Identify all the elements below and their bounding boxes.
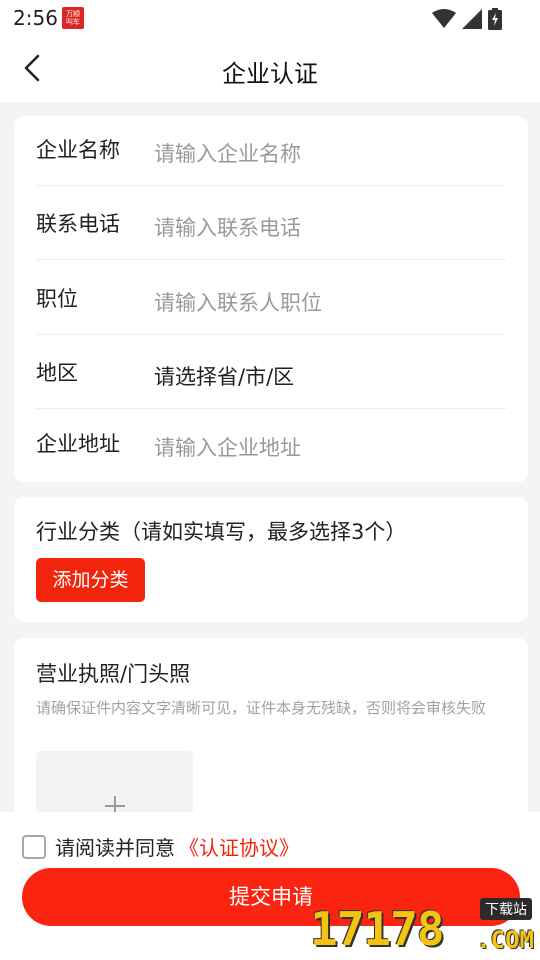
agreement-checkbox[interactable]: [22, 834, 46, 859]
status-icons: [432, 8, 502, 30]
address-label: 企业地址: [36, 432, 120, 456]
status-bar: 2:56 万顺 叫车: [0, 0, 540, 36]
form-row-company-name[interactable]: 企业名称 请输入企业名称: [36, 116, 506, 186]
company-info-card: 企业名称 请输入企业名称 联系电话 请输入联系电话 职位 请输入联系人职位 地区…: [14, 116, 528, 482]
industry-card: 行业分类（请如实填写，最多选择3个） 添加分类: [14, 497, 528, 622]
form-row-address[interactable]: 企业地址 请输入企业地址: [36, 410, 506, 480]
wifi-icon: [432, 9, 456, 28]
license-title: 营业执照/门头照: [36, 662, 191, 686]
app-badge-icon: 万顺 叫车: [62, 7, 84, 29]
agreement-row: 请阅读并同意 《认证协议》: [22, 832, 299, 861]
phone-label: 联系电话: [36, 212, 120, 236]
form-row-region[interactable]: 地区 请选择省/市/区: [36, 339, 506, 409]
agreement-text: 请阅读并同意: [55, 836, 175, 860]
address-input[interactable]: 请输入企业地址: [154, 432, 301, 462]
signal-icon: [462, 9, 482, 29]
position-input[interactable]: 请输入联系人职位: [154, 287, 322, 317]
add-category-button[interactable]: 添加分类: [36, 558, 145, 602]
company-name-input[interactable]: 请输入企业名称: [154, 138, 301, 168]
battery-charging-icon: [488, 8, 502, 30]
watermark-number: 17178: [310, 902, 444, 956]
app-badge-line2: 叫车: [66, 18, 80, 26]
divider: [36, 408, 506, 409]
header: 企业认证: [0, 36, 540, 102]
watermark-tag: 下载站: [480, 898, 532, 920]
region-selector[interactable]: 请选择省/市/区: [154, 361, 294, 391]
phone-input[interactable]: 请输入联系电话: [154, 212, 301, 242]
agreement-link[interactable]: 《认证协议》: [179, 832, 299, 861]
form-row-phone[interactable]: 联系电话 请输入联系电话: [36, 190, 506, 260]
status-time: 2:56: [13, 6, 58, 30]
app-badge-line1: 万顺: [66, 10, 80, 18]
watermark-logo: 17178 .COM 下载站: [310, 894, 536, 960]
region-label: 地区: [36, 361, 78, 385]
page-title: 企业认证: [222, 60, 318, 88]
watermark-domain: .COM: [476, 926, 534, 954]
company-name-label: 企业名称: [36, 138, 120, 162]
divider: [36, 334, 506, 335]
industry-title: 行业分类（请如实填写，最多选择3个）: [36, 520, 407, 544]
form-row-position[interactable]: 职位 请输入联系人职位: [36, 265, 506, 335]
license-hint: 请确保证件内容文字清晰可见，证件本身无残缺，否则将会审核失败: [36, 699, 487, 717]
divider: [36, 185, 506, 186]
position-label: 职位: [36, 287, 78, 311]
divider: [36, 259, 506, 260]
